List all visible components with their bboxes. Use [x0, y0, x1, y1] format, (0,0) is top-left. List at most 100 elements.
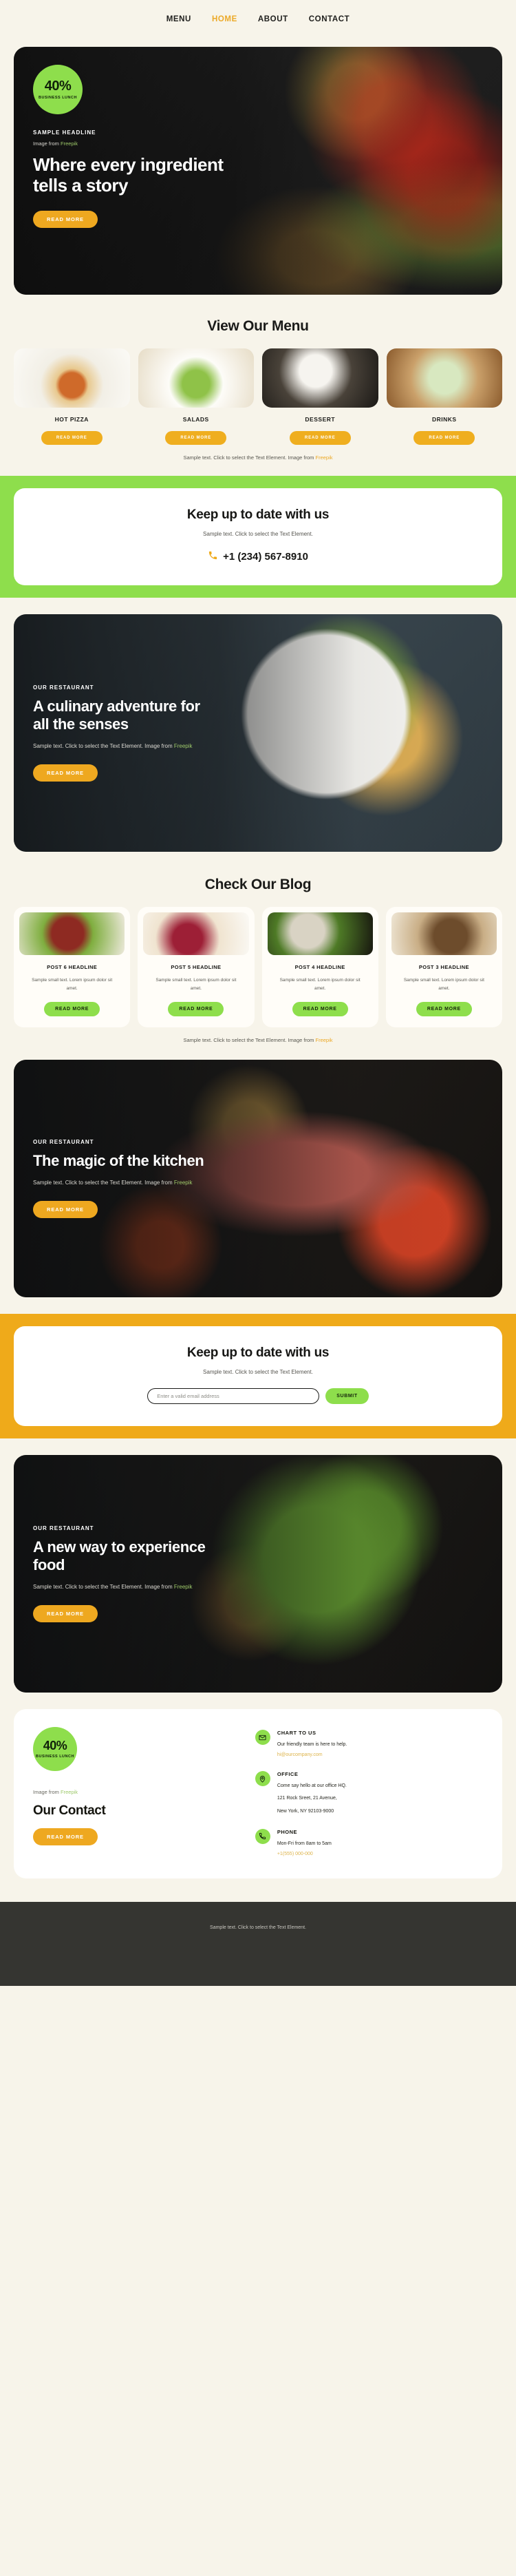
blog-card[interactable]: POST 5 HEADLINE Sample small text. Lorem…: [138, 907, 255, 1028]
blog-card-title: POST 5 HEADLINE: [171, 964, 222, 970]
menu-section-title: View Our Menu: [207, 318, 309, 334]
contact-item-title: CHART TO US: [277, 1730, 316, 1737]
hero-read-more-button[interactable]: READ MORE: [33, 211, 98, 229]
nav-item-about[interactable]: ABOUT: [258, 15, 288, 23]
footer-text: Sample text. Click to select the Text El…: [210, 1925, 306, 1930]
blog-thumbnail: [143, 912, 249, 955]
newsletter-card: Keep up to date with us Sample text. Cli…: [14, 1326, 502, 1427]
blog-read-more-button[interactable]: READ MORE: [168, 1002, 224, 1017]
phone-cta-section: Keep up to date with us Sample text. Cli…: [0, 476, 516, 598]
freepik-link[interactable]: Freepik: [316, 454, 333, 461]
menu-read-more-button[interactable]: READ MORE: [289, 431, 351, 445]
phone-number-row[interactable]: +1 (234) 567-8910: [30, 550, 486, 563]
menu-thumbnail: [138, 348, 254, 408]
feature-read-more-button[interactable]: READ MORE: [33, 1200, 98, 1218]
blog-card-title: POST 6 HEADLINE: [47, 964, 98, 970]
discount-label: BUSINESS LUNCH: [36, 1754, 74, 1759]
menu-card[interactable]: HOT PIZZA READ MORE: [14, 348, 130, 445]
contact-card: 40% BUSINESS LUNCH Image from Freepik Ou…: [14, 1709, 502, 1878]
contact-title: Our Contact: [33, 1803, 106, 1819]
freepik-link[interactable]: Freepik: [174, 1180, 193, 1186]
contact-item-address-1: 121 Rock Sreet, 21 Avenue,: [277, 1796, 337, 1801]
freepik-link[interactable]: Freepik: [174, 743, 193, 749]
blog-card[interactable]: POST 3 HEADLINE Sample small text. Lorem…: [385, 907, 502, 1028]
blog-card-title: POST 4 HEADLINE: [294, 964, 345, 970]
discount-percent: 40%: [43, 1738, 67, 1752]
contact-email-link[interactable]: hi@ourcompany.com: [277, 1752, 347, 1757]
blog-credit-text: Sample text. Click to select the Text El…: [183, 1037, 316, 1044]
menu-grid: HOT PIZZA READ MORE SALADS READ MORE DES…: [14, 348, 502, 445]
blog-card-title: POST 3 HEADLINE: [418, 964, 469, 970]
contact-left-column: 40% BUSINESS LUNCH Image from Freepik Ou…: [33, 1727, 240, 1856]
newsletter-title: Keep up to date with us: [186, 1345, 330, 1361]
menu-card[interactable]: DRINKS READ MORE: [386, 348, 502, 445]
feature-text: Sample text. Click to select the Text El…: [33, 1178, 205, 1188]
contact-item-email: CHART TO US Our friendly team is here to…: [255, 1730, 483, 1757]
menu-read-more-button[interactable]: READ MORE: [41, 431, 103, 445]
email-input[interactable]: [147, 1388, 320, 1405]
page-footer: Sample text. Click to select the Text El…: [0, 1901, 516, 1986]
blog-grid: POST 6 HEADLINE Sample small text. Lorem…: [14, 907, 502, 1028]
blog-thumbnail: [267, 912, 373, 955]
nav-item-contact[interactable]: CONTACT: [309, 15, 350, 23]
hero-headline: Where every ingredient tells a story: [33, 154, 224, 196]
feature-read-more-button[interactable]: READ MORE: [33, 764, 98, 782]
hero-image-credit: Image from Freepik: [33, 140, 483, 147]
menu-card[interactable]: DESSERT READ MORE: [262, 348, 378, 445]
phone-number[interactable]: +1 (234) 567-8910: [223, 551, 308, 563]
feature-eyebrow: OUR RESTAURANT: [33, 684, 94, 691]
blog-section-title: Check Our Blog: [204, 877, 312, 892]
hero-banner: 40% BUSINESS LUNCH SAMPLE HEADLINE Image…: [14, 47, 502, 295]
menu-credit: Sample text. Click to select the Text El…: [14, 454, 502, 461]
blog-read-more-button[interactable]: READ MORE: [292, 1002, 348, 1017]
blog-read-more-button[interactable]: READ MORE: [416, 1002, 472, 1017]
contact-item-line: Mon-Fri from 8am to 5am: [277, 1841, 332, 1846]
main-navigation: MENU HOME ABOUT CONTACT: [0, 0, 516, 39]
feature-text: Sample text. Click to select the Text El…: [33, 1582, 205, 1593]
blog-card[interactable]: POST 6 HEADLINE Sample small text. Lorem…: [14, 907, 131, 1028]
menu-read-more-button[interactable]: READ MORE: [165, 431, 227, 445]
freepik-link[interactable]: Freepik: [61, 1789, 78, 1795]
contact-item-line: Our friendly team is here to help.: [277, 1742, 347, 1748]
feature-banner-kitchen: OUR RESTAURANT The magic of the kitchen …: [14, 1060, 502, 1298]
contact-image-credit: Image from Freepik: [33, 1789, 240, 1795]
menu-card-label: DRINKS: [431, 416, 457, 423]
discount-percent: 40%: [44, 78, 72, 94]
freepik-link[interactable]: Freepik: [174, 1584, 193, 1590]
menu-card-label: HOT PIZZA: [54, 416, 89, 423]
feature-headline: The magic of the kitchen: [33, 1152, 204, 1170]
blog-thumbnail: [19, 912, 125, 955]
mail-icon: [255, 1730, 270, 1746]
menu-card[interactable]: SALADS READ MORE: [138, 348, 254, 445]
contact-item-phone: PHONE Mon-Fri from 8am to 5am +1(555) 00…: [255, 1828, 483, 1856]
discount-badge: 40% BUSINESS LUNCH: [33, 65, 83, 114]
feature-text-body: Sample text. Click to select the Text El…: [33, 1180, 174, 1186]
blog-read-more-button[interactable]: READ MORE: [44, 1002, 100, 1017]
contact-item-address-2: New York, NY 92103-9000: [277, 1808, 334, 1814]
nav-item-home[interactable]: HOME: [212, 15, 237, 23]
blog-card-text: Sample small text. Lorem ipsum dolor sit…: [403, 978, 484, 992]
feature-eyebrow: OUR RESTAURANT: [33, 1525, 94, 1532]
contact-read-more-button[interactable]: READ MORE: [33, 1828, 98, 1846]
contact-item-office: OFFICE Come say hello at our office HQ. …: [255, 1771, 483, 1815]
menu-section: View Our Menu HOT PIZZA READ MORE SALADS…: [0, 295, 516, 461]
feature-text: Sample text. Click to select the Text El…: [33, 742, 205, 752]
phone-cta-subtitle: Sample text. Click to select the Text El…: [203, 531, 313, 537]
menu-thumbnail: [14, 348, 130, 408]
nav-item-menu[interactable]: MENU: [166, 15, 191, 23]
newsletter-form: SUBMIT: [30, 1388, 486, 1405]
menu-read-more-button[interactable]: READ MORE: [413, 431, 475, 445]
hero-credit-prefix: Image from: [33, 140, 61, 147]
menu-card-label: DESSERT: [305, 416, 336, 423]
contact-phone-link[interactable]: +1(555) 000-000: [277, 1852, 332, 1856]
freepik-link[interactable]: Freepik: [61, 140, 78, 147]
feature-headline: A new way to experience food: [33, 1538, 206, 1574]
freepik-link[interactable]: Freepik: [316, 1037, 333, 1043]
blog-card-text: Sample small text. Lorem ipsum dolor sit…: [32, 978, 113, 992]
discount-badge: 40% BUSINESS LUNCH: [33, 1727, 77, 1772]
feature-read-more-button[interactable]: READ MORE: [33, 1604, 98, 1622]
contact-item-title: PHONE: [277, 1828, 297, 1835]
blog-card[interactable]: POST 4 HEADLINE Sample small text. Lorem…: [261, 907, 378, 1028]
newsletter-submit-button[interactable]: SUBMIT: [325, 1388, 369, 1405]
phone-cta-title: Keep up to date with us: [186, 507, 330, 522]
